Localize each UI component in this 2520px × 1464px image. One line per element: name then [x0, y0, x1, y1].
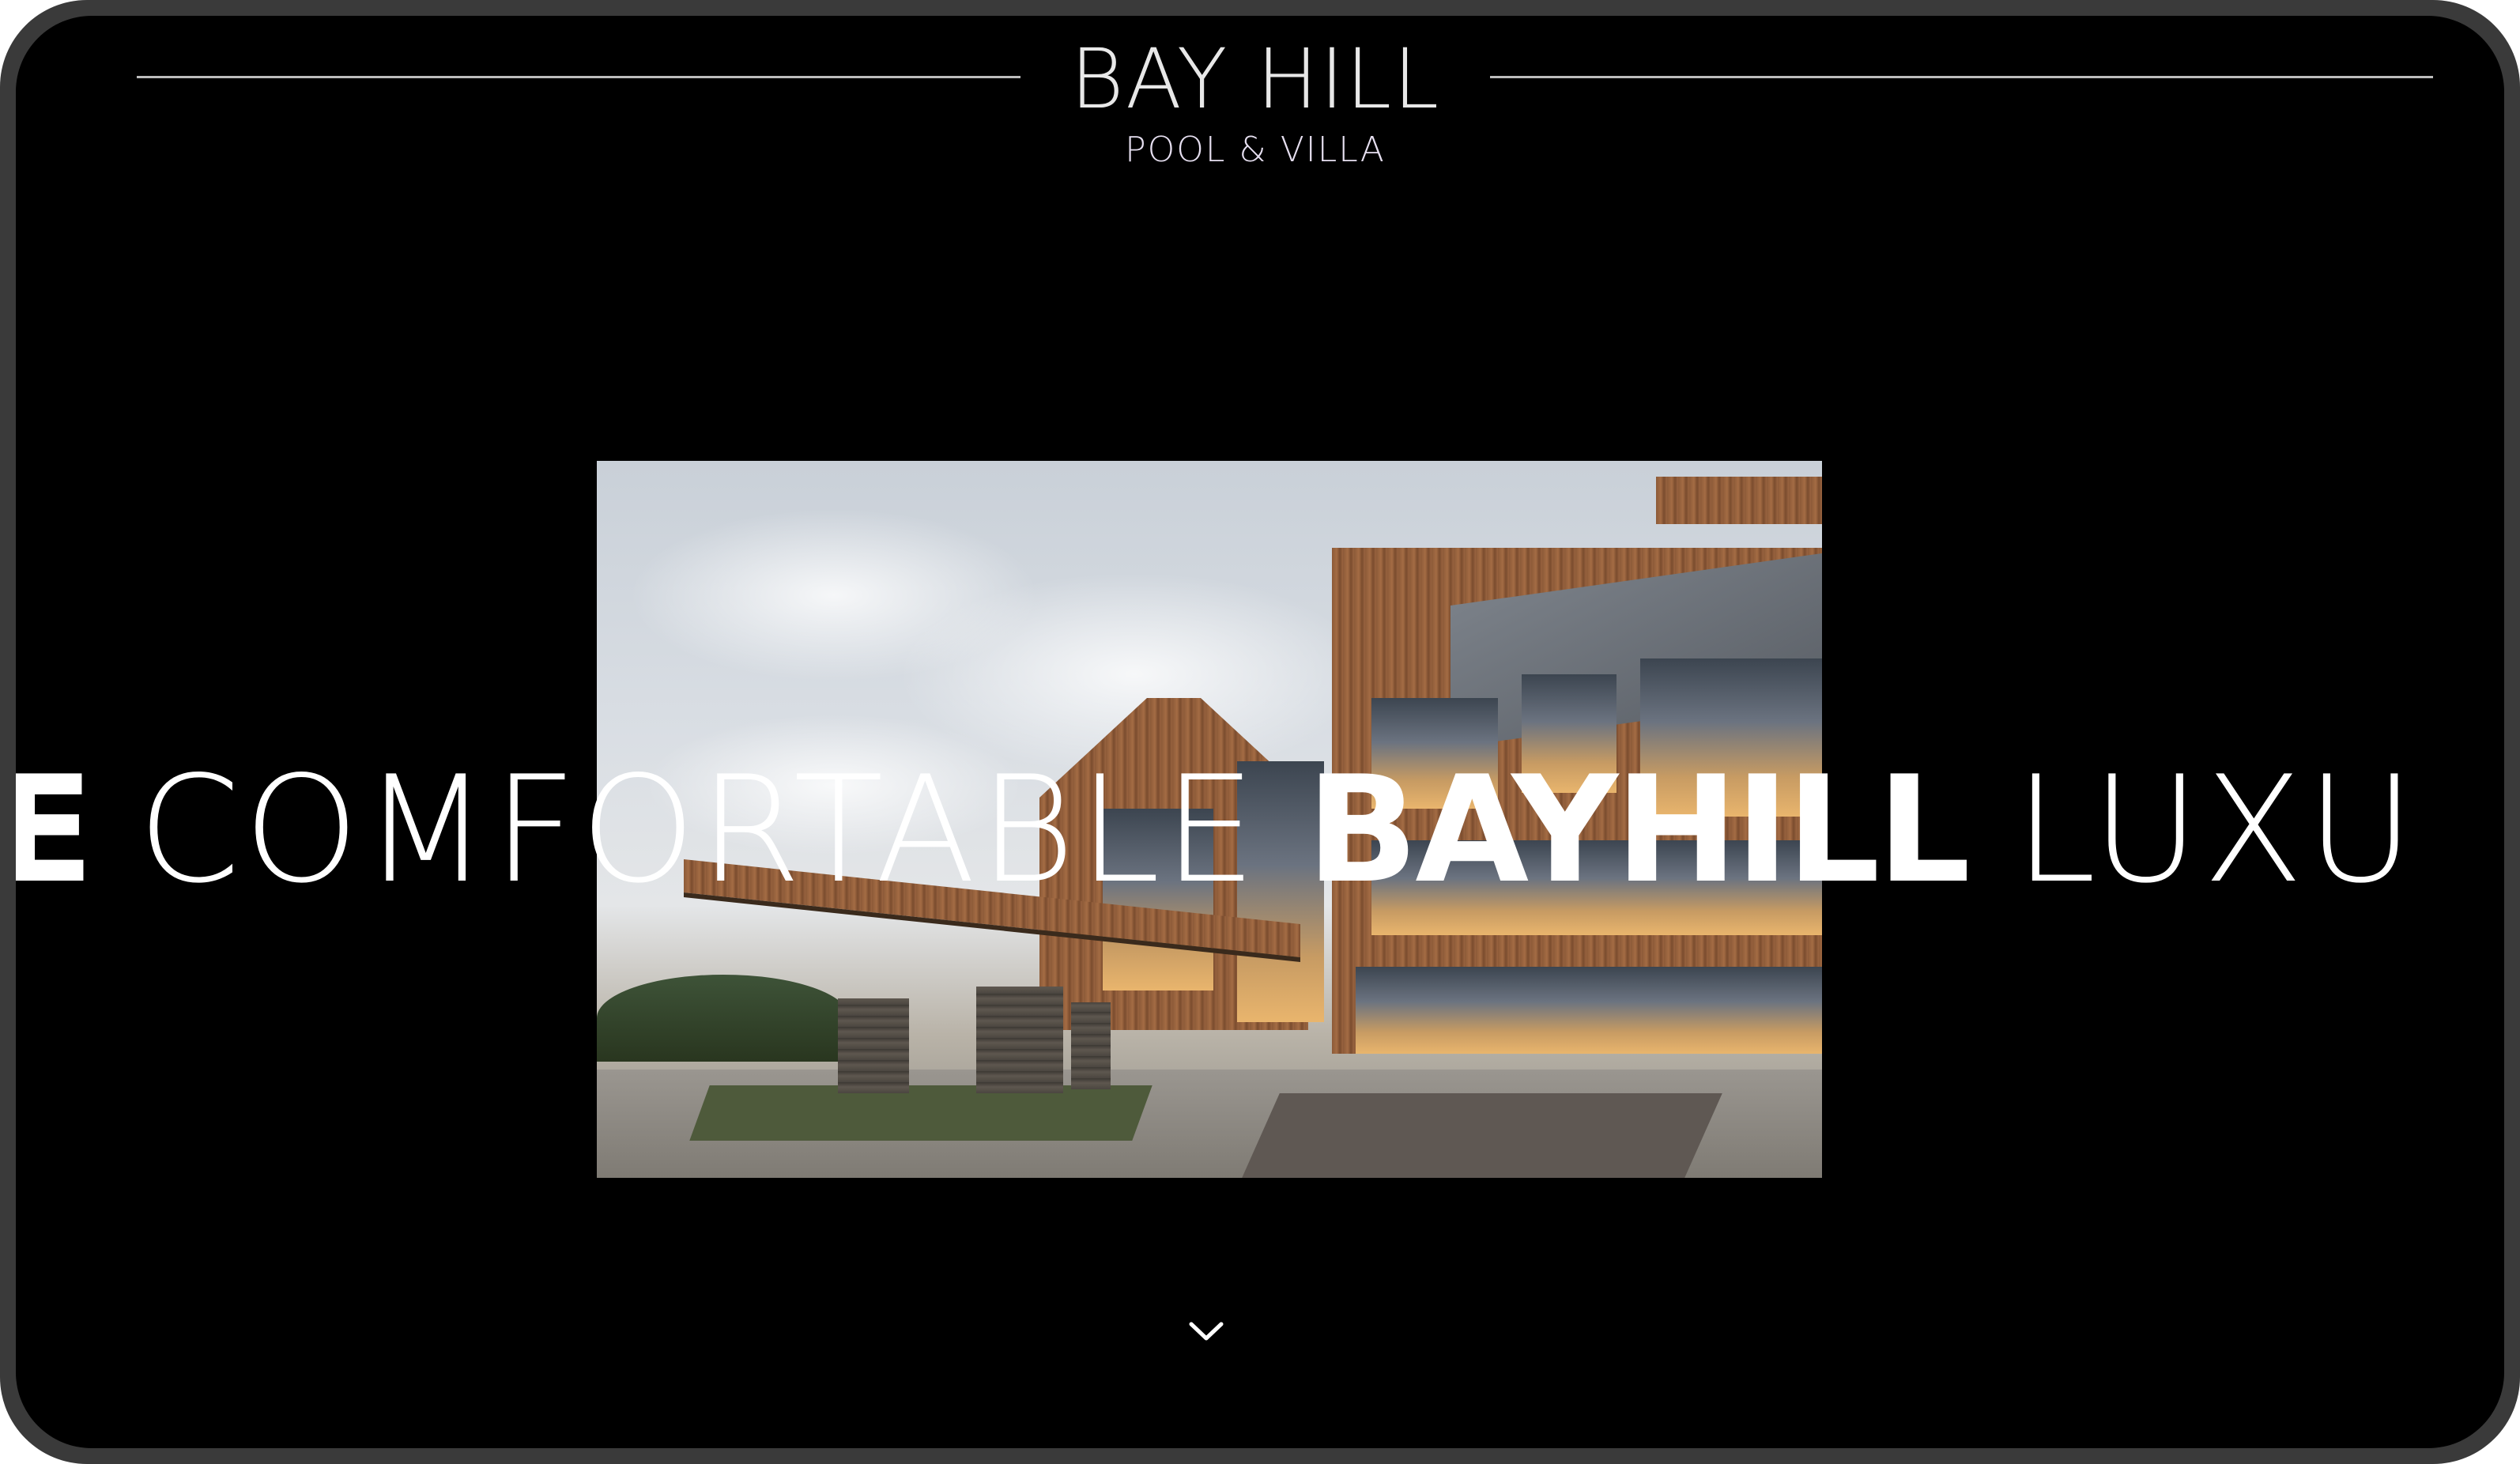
slogan-tail: LUXU: [2014, 759, 2418, 901]
stone-pillar: [838, 998, 909, 1093]
device-frame: BAY HILL POOL & VILLA E COMFORTABLE BAYH…: [0, 0, 2520, 1464]
slogan-marquee: E COMFORTABLE BAYHILL LUXU: [16, 759, 2504, 901]
slogan-light: COMFORTABLE: [138, 759, 1260, 901]
slogan-bold: BAYHILL: [1306, 759, 1971, 901]
header-rule-left: [137, 76, 1020, 78]
stone-pillar: [976, 987, 1063, 1093]
ground-floor-glazing: [1356, 967, 1822, 1054]
logo-subtitle: POOL & VILLA: [1125, 130, 1386, 170]
site-logo[interactable]: BAY HILL POOL & VILLA: [1020, 32, 1490, 172]
logo-title: BAY HILL: [1069, 31, 1441, 127]
stone-pillar: [1071, 1002, 1111, 1089]
hill: [597, 975, 850, 1062]
scroll-down-button[interactable]: [1184, 1309, 1228, 1353]
slogan-track: E COMFORTABLE BAYHILL LUXU: [16, 759, 2417, 901]
slogan-lead: E: [16, 759, 94, 901]
page-screen: BAY HILL POOL & VILLA E COMFORTABLE BAYH…: [16, 16, 2504, 1448]
chevron-down-icon: [1189, 1322, 1224, 1341]
header-rule-right: [1490, 76, 2433, 78]
planting-bed: [689, 1085, 1152, 1141]
roof-fin: [1656, 477, 1822, 524]
paving: [1242, 1093, 1722, 1178]
